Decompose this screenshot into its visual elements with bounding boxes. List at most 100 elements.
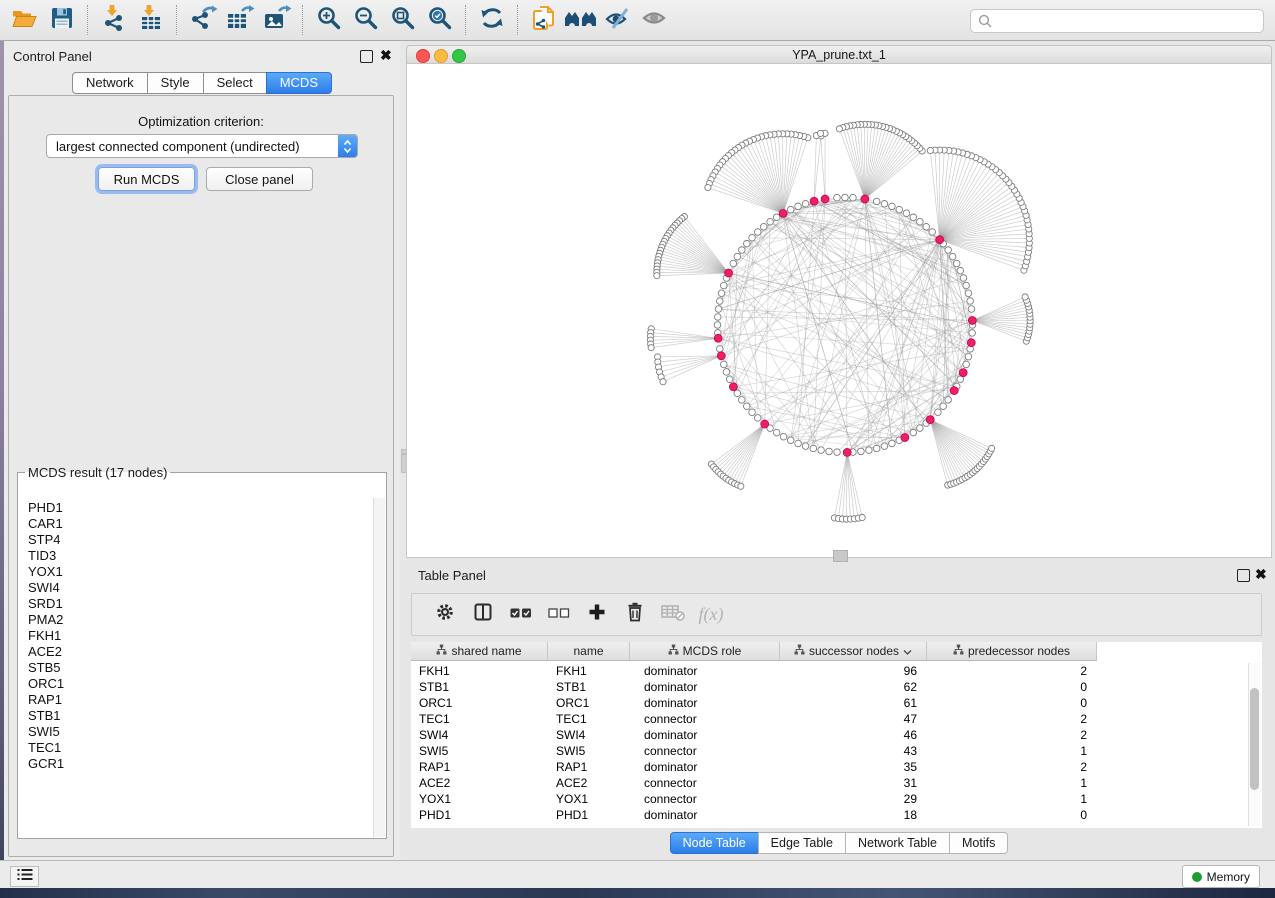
mcds-result-box: MCDS result (17 nodes) PHD1CAR1STP4TID3Y… bbox=[17, 465, 387, 839]
search-field[interactable] bbox=[970, 9, 1264, 33]
mcds-result-item[interactable]: PHD1 bbox=[18, 500, 374, 516]
mcds-result-item[interactable]: TEC1 bbox=[18, 740, 374, 756]
mcds-result-item[interactable]: TID3 bbox=[18, 548, 374, 564]
tab-network[interactable]: Network bbox=[72, 72, 148, 94]
add-column-button[interactable] bbox=[578, 600, 616, 630]
tab-edge-table[interactable]: Edge Table bbox=[758, 832, 846, 854]
table-row-FKH1[interactable]: FKH1FKH1dominator962 bbox=[411, 663, 1097, 679]
mcds-result-item[interactable]: SWI4 bbox=[18, 580, 374, 596]
search-input[interactable] bbox=[997, 13, 1263, 30]
mcds-result-item[interactable]: GCR1 bbox=[18, 756, 374, 772]
mcds-result-item[interactable]: RAP1 bbox=[18, 692, 374, 708]
hide-selected-button[interactable] bbox=[599, 3, 636, 37]
table-toolbar: f(x) bbox=[411, 593, 1262, 636]
network-canvas[interactable] bbox=[406, 63, 1272, 558]
mcds-result-list: PHD1CAR1STP4TID3YOX1SWI4SRD1PMA2FKH1ACE2… bbox=[18, 500, 374, 836]
tab-network-table[interactable]: Network Table bbox=[845, 832, 950, 854]
mcds-result-item[interactable]: STB1 bbox=[18, 708, 374, 724]
neighbors-button[interactable] bbox=[562, 3, 599, 37]
mcds-result-item[interactable]: PMA2 bbox=[18, 612, 374, 628]
memory-button[interactable]: Memory bbox=[1182, 865, 1260, 888]
table-row-ACE2[interactable]: ACE2ACE2connector311 bbox=[411, 775, 1097, 791]
delete-table-button[interactable] bbox=[654, 600, 692, 630]
tab-style[interactable]: Style bbox=[147, 72, 204, 94]
column-header-name[interactable]: name bbox=[548, 642, 630, 661]
table-row-ORC1[interactable]: ORC1ORC1dominator610 bbox=[411, 695, 1097, 711]
mcds-result-item[interactable]: CAR1 bbox=[18, 516, 374, 532]
mcds-result-item[interactable]: STP4 bbox=[18, 532, 374, 548]
cell: connector bbox=[630, 743, 780, 759]
mcds-result-scrollbar[interactable] bbox=[373, 498, 385, 837]
column-header-successor-nodes[interactable]: successor nodes bbox=[780, 642, 927, 661]
table-row-STB1[interactable]: STB1STB1dominator620 bbox=[411, 679, 1097, 695]
run-mcds-button[interactable]: Run MCDS bbox=[98, 167, 195, 191]
table-row-SWI4[interactable]: SWI4SWI4dominator462 bbox=[411, 727, 1097, 743]
mcds-result-item[interactable]: ORC1 bbox=[18, 676, 374, 692]
close-table-panel-icon[interactable]: ✖ bbox=[1255, 567, 1267, 581]
open-session-button[interactable] bbox=[6, 3, 43, 37]
import-table-button[interactable] bbox=[132, 3, 169, 37]
table-row-RAP1[interactable]: RAP1RAP1dominator352 bbox=[411, 759, 1097, 775]
toolbar-separator bbox=[87, 5, 88, 35]
import-network-button[interactable] bbox=[95, 3, 132, 37]
deselect-all-button[interactable] bbox=[540, 600, 578, 630]
hierarchy-icon bbox=[668, 644, 679, 658]
mcds-result-item[interactable]: FKH1 bbox=[18, 628, 374, 644]
cell: 29 bbox=[780, 791, 927, 807]
export-image-button[interactable] bbox=[258, 3, 295, 37]
cell: 2 bbox=[927, 759, 1097, 775]
export-table-icon bbox=[225, 4, 255, 37]
close-panel-icon[interactable]: ✖ bbox=[380, 48, 392, 62]
column-header-shared-name[interactable]: shared name bbox=[411, 642, 548, 661]
table-scrollbar[interactable] bbox=[1248, 663, 1261, 826]
column-header-MCDS-role[interactable]: MCDS role bbox=[630, 642, 780, 661]
save-session-button[interactable] bbox=[43, 3, 80, 37]
cell: 62 bbox=[780, 679, 927, 695]
mcds-result-item[interactable]: ACE2 bbox=[18, 644, 374, 660]
mcds-result-item[interactable]: YOX1 bbox=[18, 564, 374, 580]
horizontal-splitter-grip[interactable] bbox=[833, 550, 848, 562]
mcds-result-item[interactable]: SWI5 bbox=[18, 724, 374, 740]
mcds-result-item[interactable]: STB5 bbox=[18, 660, 374, 676]
close-panel-button[interactable]: Close panel bbox=[206, 167, 313, 191]
float-table-panel-icon[interactable] bbox=[1237, 569, 1250, 582]
cell: YOX1 bbox=[411, 791, 548, 807]
list-icon bbox=[17, 868, 33, 886]
table-row-YOX1[interactable]: YOX1YOX1connector291 bbox=[411, 791, 1097, 807]
float-panel-icon[interactable] bbox=[360, 50, 373, 63]
zoom-in-button[interactable] bbox=[310, 3, 347, 37]
zoom-out-button[interactable] bbox=[347, 3, 384, 37]
right-region: YPA_prune.txt_1 Table Panel ✖ f(x) share… bbox=[406, 41, 1275, 860]
table-row-TEC1[interactable]: TEC1TEC1connector472 bbox=[411, 711, 1097, 727]
cell: ACE2 bbox=[548, 775, 630, 791]
column-selector-button[interactable] bbox=[464, 600, 502, 630]
delete-column-button[interactable] bbox=[616, 600, 654, 630]
mcds-result-item[interactable]: SRD1 bbox=[18, 596, 374, 612]
table-scrollbar-thumb[interactable] bbox=[1250, 688, 1259, 790]
zoom-fit-button[interactable] bbox=[384, 3, 421, 37]
table-row-SWI5[interactable]: SWI5SWI5connector431 bbox=[411, 743, 1097, 759]
tab-mcds[interactable]: MCDS bbox=[266, 72, 332, 94]
task-history-button[interactable] bbox=[10, 866, 39, 887]
table-row-PHD1[interactable]: PHD1PHD1dominator180 bbox=[411, 807, 1097, 823]
criterion-dropdown[interactable]: largest connected component (undirected) bbox=[46, 134, 358, 158]
tab-select[interactable]: Select bbox=[203, 72, 267, 94]
cell: SWI5 bbox=[548, 743, 630, 759]
zoom-selected-button[interactable] bbox=[421, 3, 458, 37]
cell: 47 bbox=[780, 711, 927, 727]
select-all-button[interactable] bbox=[502, 600, 540, 630]
copy-network-button[interactable] bbox=[525, 3, 562, 37]
network-window-titlebar[interactable]: YPA_prune.txt_1 bbox=[406, 45, 1272, 64]
column-header-predecessor-nodes[interactable]: predecessor nodes bbox=[927, 642, 1097, 661]
show-all-button[interactable] bbox=[636, 3, 673, 37]
gear-button[interactable] bbox=[426, 600, 464, 630]
cell: 0 bbox=[927, 807, 1097, 823]
cell: 2 bbox=[927, 727, 1097, 743]
tab-motifs[interactable]: Motifs bbox=[949, 832, 1008, 854]
function-builder-button[interactable]: f(x) bbox=[692, 600, 730, 630]
cell: 43 bbox=[780, 743, 927, 759]
export-network-button[interactable] bbox=[184, 3, 221, 37]
tab-node-table[interactable]: Node Table bbox=[670, 832, 759, 854]
refresh-button[interactable] bbox=[473, 3, 510, 37]
export-table-button[interactable] bbox=[221, 3, 258, 37]
